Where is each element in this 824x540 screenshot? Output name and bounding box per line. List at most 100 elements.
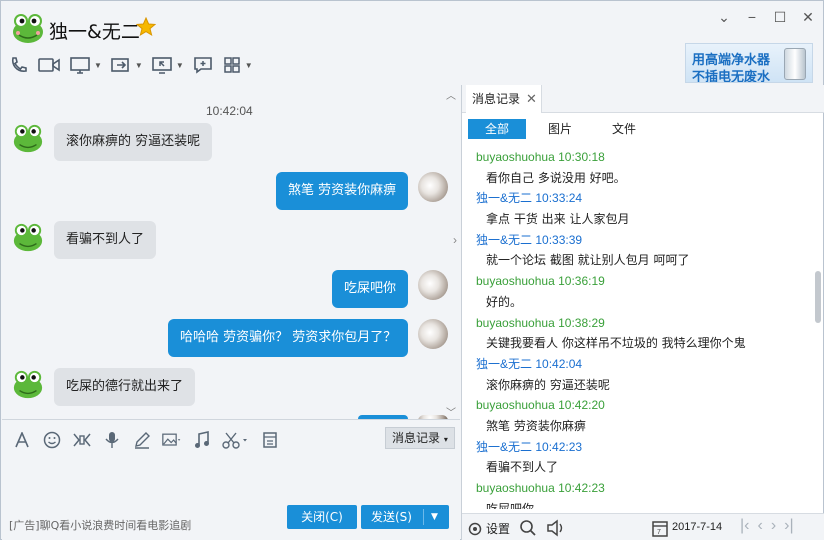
search-icon[interactable] — [519, 519, 537, 537]
speaker-icon[interactable] — [546, 519, 566, 537]
input-area[interactable]: 消息记录 ▾ [广告]聊Q看小说浪费时间看电影追剧 关闭(C) 发送(S) ▼ — [2, 419, 460, 540]
message-history-label: 消息记录 — [392, 431, 441, 445]
record-text: 看你自己 多说没用 好吧。 — [486, 170, 626, 185]
close-button[interactable]: 关闭(C) — [287, 505, 357, 529]
screen-share-icon[interactable]: ▼ — [151, 53, 184, 77]
record-header: buyaoshuohua 10:36:19 — [476, 271, 812, 292]
skin-icon[interactable]: ⌄ — [717, 9, 731, 25]
record-time: 10:33:24 — [535, 191, 583, 206]
message-bubble[interactable]: 吃屎的德行就出来了 — [54, 368, 196, 406]
record-time: 10:42:23 — [535, 439, 583, 454]
svg-text:7: 7 — [657, 529, 661, 536]
screenshot-scissors-icon[interactable] — [222, 430, 250, 450]
record-sender[interactable]: buyaoshuohua — [476, 398, 555, 412]
history-date[interactable]: 2017-7-14 — [672, 521, 722, 533]
filter-images[interactable]: 图片 — [530, 119, 590, 139]
message-bubble[interactable]: 看骗不到人了 — [54, 221, 157, 259]
send-button[interactable]: 发送(S) ▼ — [361, 505, 449, 529]
apps-grid-icon[interactable]: ▼ — [222, 53, 253, 77]
filter-all[interactable]: 全部 — [468, 119, 526, 139]
voice-call-icon[interactable] — [9, 53, 29, 77]
prev-page-icon[interactable]: ‹ — [757, 517, 762, 535]
emoji-icon[interactable] — [42, 430, 62, 450]
tab-label: 消息记录 — [472, 92, 521, 106]
panel-footer: 设置 7 2017-7-14 |‹ ‹ › ›| — [462, 513, 824, 540]
history-navigation: |‹ ‹ › ›| — [740, 517, 794, 535]
record-sender[interactable]: buyaoshuohua — [476, 274, 555, 288]
last-page-icon[interactable]: ›| — [784, 517, 793, 535]
tab-close-icon[interactable]: ✕ — [526, 85, 537, 113]
record-sender[interactable]: 独一&无二 — [476, 233, 532, 247]
contact-name: 独一&无二 — [49, 21, 140, 43]
maximize-icon[interactable]: ☐ — [773, 9, 787, 25]
record-header: buyaoshuohua 10:42:20 — [476, 395, 812, 416]
minimize-icon[interactable]: − — [745, 9, 759, 25]
record-sender[interactable]: buyaoshuohua — [476, 150, 555, 164]
calendar-icon[interactable]: 7 — [652, 519, 668, 537]
record-sender[interactable]: 独一&无二 — [476, 440, 532, 454]
expand-panel-icon[interactable]: › — [450, 233, 460, 247]
video-call-icon[interactable] — [37, 53, 61, 77]
send-label: 发送(S) — [371, 510, 412, 524]
chat-header: 独一&无二 ⌄ − ☐ ✕ ▼ ▼ ▼ ▼ 用高端净水器 不插电无废水 — [1, 1, 823, 85]
record-time: 10:30:18 — [558, 150, 605, 164]
ad-line2: 不插电无废水 — [692, 70, 771, 83]
shake-window-icon[interactable] — [260, 430, 280, 450]
message-timestamp: 10:42:04 — [206, 104, 253, 118]
record-text: 吃屎吧你 — [486, 501, 535, 509]
scroll-up-icon[interactable]: ︿ — [446, 87, 456, 102]
record-list[interactable]: buyaoshuohua 10:30:18 看你自己 多说没用 好吧。独一&无二 … — [476, 147, 812, 509]
record-text: 滚你麻痹的 穷逼还装呢 — [486, 377, 610, 392]
gif-icon[interactable] — [72, 430, 92, 450]
message-history-button[interactable]: 消息记录 ▾ — [385, 427, 455, 449]
frog-avatar-icon[interactable] — [12, 122, 44, 154]
record-text: 看骗不到人了 — [486, 460, 559, 475]
record-header: 独一&无二 10:42:04 — [476, 354, 812, 375]
remote-desktop-icon[interactable]: ▼ — [69, 53, 102, 77]
message-bubble[interactable]: 滚你麻痹的 穷逼还装呢 — [54, 123, 213, 161]
panel-tab-bar: 消息记录 ✕ — [462, 85, 824, 113]
scroll-down-icon[interactable]: ﹀ — [446, 404, 456, 419]
record-text: 关键我要看人 你这样吊不垃圾的 我特么理你个鬼 — [486, 336, 746, 351]
settings-button[interactable]: 设置 — [468, 520, 510, 537]
user-avatar[interactable] — [418, 319, 448, 349]
input-toolbar — [12, 430, 280, 450]
record-sender[interactable]: 独一&无二 — [476, 191, 532, 205]
chat-history[interactable]: ︿ 10:42:04 滚你麻痹的 穷逼还装呢 煞笔 劳资装你麻痹 看骗不到人了 … — [2, 85, 460, 419]
user-avatar[interactable] — [418, 270, 448, 300]
music-icon[interactable] — [192, 430, 212, 450]
record-sender[interactable]: buyaoshuohua — [476, 316, 555, 330]
vip-star-icon[interactable] — [136, 17, 156, 37]
record-sender[interactable]: buyaoshuohua — [476, 481, 555, 495]
send-options-dropdown-icon[interactable]: ▼ — [431, 505, 438, 529]
frog-avatar-icon[interactable] — [11, 11, 45, 45]
message-bubble[interactable]: 煞笔 劳资装你麻痹 — [276, 172, 409, 210]
frog-avatar-icon[interactable] — [12, 221, 44, 253]
chat-toolbar: ▼ ▼ ▼ ▼ — [9, 53, 253, 77]
frog-avatar-icon[interactable] — [12, 368, 44, 400]
filter-files[interactable]: 文件 — [594, 119, 654, 139]
record-scrollbar[interactable] — [815, 271, 821, 323]
record-time: 10:36:19 — [558, 274, 605, 289]
message-bubble[interactable]: 吃屎吧你 — [332, 270, 409, 308]
send-divider — [423, 509, 424, 525]
send-file-icon[interactable]: ▼ — [110, 53, 143, 77]
pen-icon[interactable] — [132, 430, 152, 450]
close-icon[interactable]: ✕ — [801, 9, 815, 25]
record-header: buyaoshuohua 10:38:29 — [476, 313, 812, 334]
first-page-icon[interactable]: |‹ — [740, 517, 749, 535]
voice-message-icon[interactable] — [102, 430, 122, 450]
next-page-icon[interactable]: › — [771, 517, 776, 535]
chat-window: 独一&无二 ⌄ − ☐ ✕ ▼ ▼ ▼ ▼ 用高端净水器 不插电无废水 ︿ 10… — [0, 0, 824, 540]
user-avatar[interactable] — [418, 172, 448, 202]
record-text: 煞笔 劳资装你麻痹 — [486, 418, 586, 433]
message-bubble[interactable]: 哈哈哈 劳资骗你？ 劳资求你包月了？ — [168, 319, 409, 357]
message-icon[interactable] — [192, 53, 214, 77]
record-time: 10:42:23 — [558, 481, 605, 495]
image-icon[interactable] — [162, 430, 182, 450]
ad-banner[interactable]: 用高端净水器 不插电无废水 — [685, 43, 813, 83]
input-ad-text[interactable]: [广告]聊Q看小说浪费时间看电影追剧 — [9, 517, 191, 533]
record-text: 拿点 干货 出来 让人家包月 — [486, 212, 630, 227]
record-sender[interactable]: 独一&无二 — [476, 357, 532, 371]
font-icon[interactable] — [12, 430, 32, 450]
